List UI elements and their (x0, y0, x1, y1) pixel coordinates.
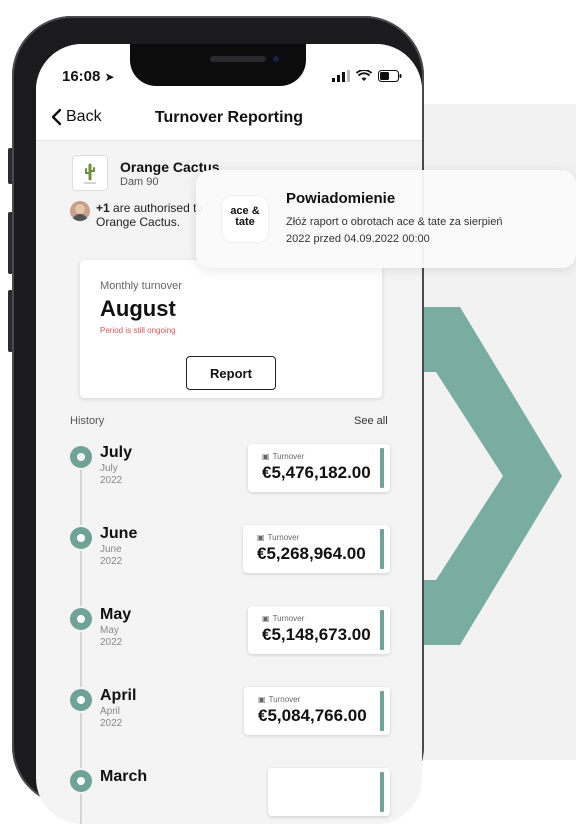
notification-app-icon: ace & tate (222, 196, 268, 242)
history-period: June 2022 (100, 544, 123, 567)
turnover-amount: €5,476,182.00 (262, 463, 371, 482)
history-label: History (70, 415, 105, 427)
authorised-label: are authorised to (109, 201, 204, 215)
turnover-label: ▣ Turnover (258, 695, 301, 704)
accent-bar (380, 691, 384, 731)
timeline-dot (70, 689, 92, 711)
timeline-dot (70, 446, 92, 468)
store-logo (72, 155, 108, 191)
location-arrow-icon: ➤ (104, 70, 115, 84)
notification-body: Złóż raport o obrotach ace & tate za sie… (286, 216, 503, 245)
authorised-label-store: Orange Cactus. (96, 215, 181, 229)
store-icon: ▣ (258, 695, 266, 704)
store-address: Dam 90 (120, 176, 159, 188)
timeline-dot (70, 608, 92, 630)
turnover-card[interactable]: ▣ Turnover €5,148,673.00 (248, 606, 390, 654)
timeline-dot (70, 527, 92, 549)
history-month: May (100, 606, 132, 623)
period-ongoing-note: Period is still ongoing (100, 326, 176, 335)
report-button[interactable]: Report (186, 356, 276, 390)
page-title: Turnover Reporting (154, 109, 304, 126)
accent-bar (380, 610, 384, 650)
notification-title: Powiadomienie (286, 190, 396, 207)
notification-banner[interactable]: ace & tate Powiadomienie Złóż raport o ob… (196, 170, 576, 268)
wifi-icon (356, 70, 372, 81)
history-month: April (100, 687, 137, 704)
history-period: April 2022 (100, 706, 123, 729)
accent-bar (380, 529, 384, 569)
history-month: July (100, 444, 133, 461)
card-subtitle: Monthly turnover (100, 280, 182, 292)
camera (270, 53, 282, 65)
battery-icon (378, 70, 402, 82)
history-month: March (100, 768, 148, 785)
phone-screen: 16:08 ➤ Back Turnover Reporting Orange C… (36, 44, 422, 824)
turnover-amount: €5,268,964.00 (257, 544, 366, 563)
accent-bar (380, 448, 384, 488)
authorised-count: +1 (96, 201, 110, 215)
speaker (210, 56, 266, 62)
accent-bar (380, 772, 384, 812)
timeline-dot (70, 770, 92, 792)
history-item-july[interactable]: July July 2022 ▣ Turnover €5,476,182.00 (36, 444, 422, 504)
see-all-link[interactable]: See all (354, 415, 388, 427)
turnover-amount: €5,084,766.00 (258, 706, 367, 725)
status-icons (332, 70, 402, 82)
turnover-card[interactable]: ▣ Turnover €5,084,766.00 (244, 687, 390, 735)
history-period: May 2022 (100, 625, 123, 648)
store-icon: ▣ (262, 614, 270, 623)
turnover-amount: €5,148,673.00 (262, 625, 371, 644)
turnover-card[interactable]: ▣ Turnover €5,476,182.00 (248, 444, 390, 492)
store-icon: ▣ (257, 533, 265, 542)
signal-icon (332, 70, 350, 82)
phone-notch (130, 44, 306, 86)
history-month: June (100, 525, 138, 542)
turnover-card[interactable]: ▣ Turnover €5,268,964.00 (243, 525, 390, 573)
current-month: August (100, 296, 176, 321)
history-item-march[interactable]: March (36, 768, 422, 824)
authorised-text: +1 are authorised to Orange Cactus. (96, 201, 203, 229)
history-item-june[interactable]: June June 2022 ▣ Turnover €5,268,964.00 (36, 525, 422, 585)
turnover-label: ▣ Turnover (262, 452, 305, 461)
history-item-april[interactable]: April April 2022 ▣ Turnover €5,084,766.00 (36, 687, 422, 747)
turnover-card[interactable] (268, 768, 390, 816)
status-time: 16:08 ➤ (62, 68, 115, 85)
history-item-may[interactable]: May May 2022 ▣ Turnover €5,148,673.00 (36, 606, 422, 666)
turnover-label: ▣ Turnover (262, 614, 305, 623)
store-icon: ▣ (262, 452, 270, 461)
history-period: July 2022 (100, 463, 123, 486)
current-month-card: Monthly turnover August Period is still … (80, 260, 382, 398)
avatar (70, 201, 90, 221)
turnover-label: ▣ Turnover (257, 533, 300, 542)
app-logo: ace & tate (230, 205, 260, 228)
phone-frame: 16:08 ➤ Back Turnover Reporting Orange C… (12, 16, 424, 824)
cactus-logo-icon (84, 163, 96, 184)
nav-bar: Back Turnover Reporting (36, 96, 422, 141)
